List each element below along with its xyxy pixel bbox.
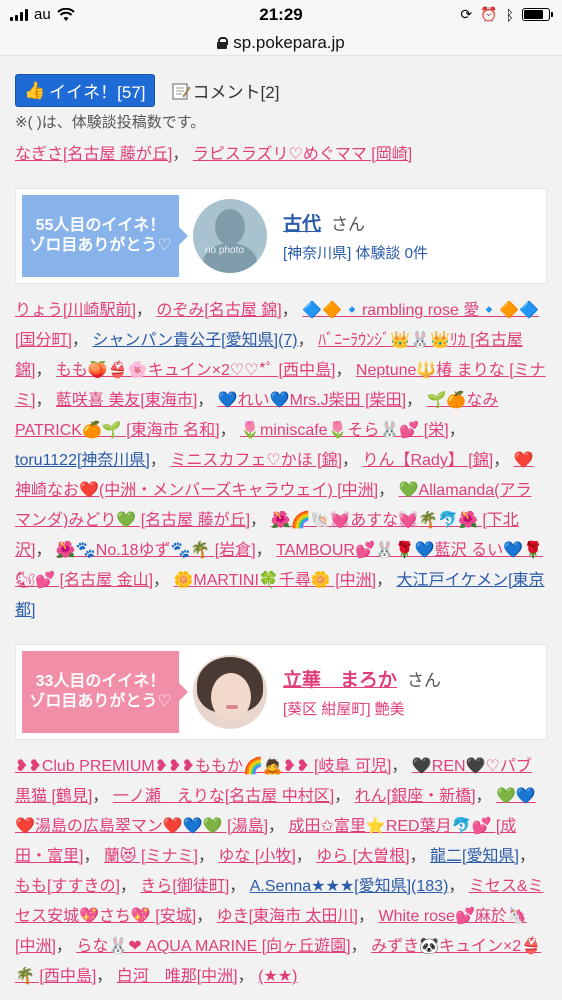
separator: ，	[391, 758, 408, 775]
liker-link[interactable]: れん[銀座・新橋]	[355, 788, 476, 805]
separator: ，	[406, 392, 423, 409]
separator: ，	[96, 968, 113, 985]
separator: ，	[378, 482, 395, 499]
no-photo-label: no photo	[205, 245, 244, 256]
url-bar[interactable]: sp.pokepara.jp	[0, 30, 562, 56]
separator: ，	[255, 542, 272, 559]
separator: ，	[448, 878, 465, 895]
separator: ，	[35, 392, 52, 409]
separator: ，	[342, 452, 359, 469]
separator: ，	[297, 332, 314, 349]
liker-link[interactable]: ゆな [小牧]	[218, 848, 295, 865]
likers-list-2: ❥❥Club PREMIUM❥❥❥ももか🌈🙇❥❥ [岐阜 可児]， 🖤REN🖤♡…	[15, 752, 547, 992]
liker-link[interactable]: 白河 唯那[中洲]	[117, 968, 238, 985]
separator: ，	[518, 848, 535, 865]
separator: ，	[92, 788, 109, 805]
separator: ，	[35, 362, 52, 379]
separator: ，	[237, 968, 254, 985]
liker-link[interactable]: 蘭😻 [ミナミ]	[104, 848, 198, 865]
separator: ，	[219, 422, 236, 439]
liker-link[interactable]: りょう[川崎駅前]	[15, 302, 136, 319]
liker-link[interactable]: A.Senna★★★[愛知県](183)	[250, 878, 449, 895]
likers-list-1: りょう[川崎駅前]， のぞみ[名古屋 錦]， 🔷🔶🔹rambling rose …	[15, 296, 547, 626]
memo-icon	[172, 83, 190, 99]
separator: ，	[71, 332, 88, 349]
liker-link[interactable]: きら[御徒町]	[140, 878, 229, 895]
liker-link[interactable]: 一ノ瀬 えりな[名古屋 中村区]	[113, 788, 334, 805]
separator: ，	[119, 878, 136, 895]
liker-link[interactable]: (★★)	[258, 968, 297, 985]
liker-link[interactable]: 藍咲喜 美友[東海市]	[56, 392, 197, 409]
lock-icon	[217, 36, 229, 49]
alarm-icon: ⏰	[480, 6, 498, 22]
separator: ，	[358, 908, 375, 925]
thumbs-up-icon: 👍	[24, 80, 46, 100]
liker-link[interactable]: ❥❥Club PREMIUM❥❥❥ももか🌈🙇❥❥ [岐阜 可児]	[15, 758, 391, 775]
liker-link[interactable]: ゆら [大曽根]	[316, 848, 409, 865]
separator: ，	[475, 788, 492, 805]
separator: ，	[229, 878, 246, 895]
honorific: さん	[407, 671, 442, 690]
liker-link[interactable]: なぎさ[名古屋 藤が丘]	[15, 146, 172, 163]
separator: ，	[149, 452, 166, 469]
bluetooth-icon: ᛒ	[505, 6, 514, 23]
milestone-card-55: 55人目のイイネ！ゾロ目ありがとう♡ no photo 古代 さん [神奈川県] …	[15, 188, 547, 284]
rotation-lock-icon: ⟳	[460, 6, 473, 22]
top-likers-list: なぎさ[名古屋 藤が丘]， ラピスラズリ♡めぐママ [岡崎]	[15, 146, 413, 163]
liker-link[interactable]: もも[すすきの]	[15, 878, 120, 895]
user-name-link[interactable]: 古代	[283, 214, 321, 235]
comment-link[interactable]: コメント[2]	[171, 78, 280, 103]
separator: ，	[83, 848, 100, 865]
separator: ，	[268, 818, 285, 835]
liker-link[interactable]: 🌷miniscafe🌷そら🐰💕 [栄]	[240, 422, 449, 439]
liker-link[interactable]: ラピスラズリ♡めぐママ [岡崎]	[193, 146, 412, 163]
cast-subinfo: [葵区 紺屋町] 艶美	[283, 701, 405, 718]
separator: ，	[135, 302, 152, 319]
liker-link[interactable]: 💙れい💙Mrs.J柴田 [柴田]	[218, 392, 406, 409]
liker-link[interactable]: toru1122[神奈川県]	[15, 452, 150, 469]
post-count-note: ※( )は、体験談投稿数です。	[15, 114, 206, 131]
separator: ，	[281, 302, 298, 319]
liker-link[interactable]: のぞみ[名古屋 錦]	[156, 302, 281, 319]
cast-name-link[interactable]: 立華 まろか	[283, 670, 397, 691]
battery-icon	[522, 8, 553, 21]
separator: ，	[335, 362, 352, 379]
separator: ，	[493, 452, 510, 469]
liker-link[interactable]: シャンパン貴公子[愛知県](7)	[92, 332, 297, 349]
separator: ，	[350, 938, 367, 955]
milestone-badge: 33人目のイイネ！ゾロ目ありがとう♡	[22, 651, 188, 733]
liker-link[interactable]: 龍二[愛知県]	[430, 848, 519, 865]
separator: ，	[196, 908, 213, 925]
separator: ，	[197, 848, 214, 865]
url-domain: sp.pokepara.jp	[233, 32, 345, 52]
separator: ，	[448, 422, 465, 439]
separator: ，	[197, 392, 214, 409]
user-subinfo: [神奈川県] 体験談 0件	[283, 245, 429, 262]
page-content: 👍 イイネ！[57] コメント[2] ※( )は、体験談投稿数です。 なぎさ[名…	[0, 56, 562, 992]
separator: ，	[295, 848, 312, 865]
separator: ，	[409, 848, 426, 865]
comment-link-label: コメント[2]	[192, 83, 280, 102]
avatar[interactable]	[193, 655, 267, 729]
liker-link[interactable]: 🌺🐾No.18ゆず🐾🌴 [岩倉]	[56, 542, 256, 559]
like-button[interactable]: 👍 イイネ！[57]	[15, 74, 155, 107]
milestone-badge: 55人目のイイネ！ゾロ目ありがとう♡	[22, 195, 188, 277]
liker-link[interactable]: りん【Rady】 [錦]	[363, 452, 494, 469]
liker-link[interactable]: 🌼MARTINI🍀千尋🌼 [中洲]	[174, 572, 377, 589]
status-bar: au 21:29 ⟳ ⏰ ᛒ	[0, 0, 562, 30]
liker-link[interactable]: ゆき[東海市 太田川]	[217, 908, 358, 925]
separator: ，	[55, 938, 72, 955]
separator: ，	[250, 512, 267, 529]
avatar[interactable]: no photo	[193, 199, 267, 273]
separator: ，	[35, 542, 52, 559]
liker-link[interactable]: もも🍑👙🌸キュイン×2♡♡*ﾟ [西中島]	[56, 362, 336, 379]
like-button-label: イイネ！[57]	[49, 83, 146, 102]
separator: ，	[376, 572, 393, 589]
liker-link[interactable]: ミニスカフェ♡かほ [錦]	[170, 452, 342, 469]
separator: ，	[334, 788, 351, 805]
separator: ，	[153, 572, 170, 589]
liker-link[interactable]: らな🐰❤ AQUA MARINE [向ヶ丘遊園]	[76, 938, 350, 955]
milestone-card-33: 33人目のイイネ！ゾロ目ありがとう♡ 立華 まろか さん [葵区 紺屋町] 艶美	[15, 644, 547, 740]
honorific: さん	[331, 215, 366, 234]
